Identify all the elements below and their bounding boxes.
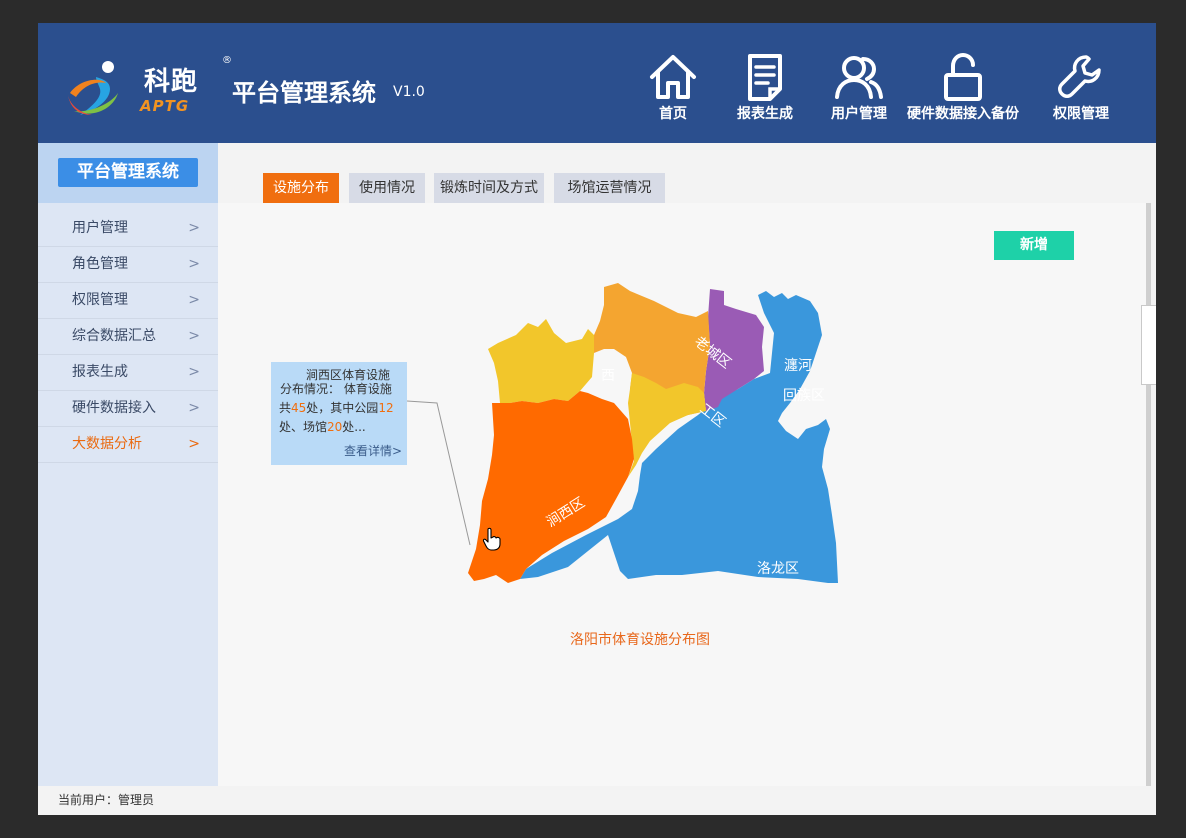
sidebar-item-report-generation[interactable]: 报表生成 >	[38, 355, 218, 391]
status-footer: 当前用户：管理员	[38, 786, 1156, 815]
nav-users[interactable]: 用户管理	[828, 53, 890, 129]
tab-venue-operations[interactable]: 场馆运营情况	[554, 173, 665, 203]
current-user-label: 当前用户：管理员	[58, 793, 155, 807]
nav-report[interactable]: 报表生成	[734, 53, 796, 129]
sidebar-item-label: 用户管理	[72, 220, 128, 236]
tooltip-venue-count: 20	[327, 420, 343, 434]
tab-usage[interactable]: 使用情况	[349, 173, 425, 203]
nav-home[interactable]: 首页	[646, 53, 700, 129]
chevron-right-icon: >	[188, 400, 200, 416]
brand-name-en: APTG	[140, 97, 190, 115]
sidebar: 平台管理系统 用户管理 > 角色管理 > 权限管理 > 综合数据汇总 > 报表生…	[38, 143, 218, 786]
runner-logo-icon	[68, 61, 118, 115]
sidebar-item-big-data-analysis[interactable]: 大数据分析 >	[38, 427, 218, 463]
chevron-right-icon: >	[188, 436, 200, 452]
chevron-right-icon: >	[188, 220, 200, 236]
nav-permissions-label: 权限管理	[1053, 106, 1109, 122]
tooltip-total-count: 45	[291, 401, 307, 415]
sidebar-item-role-management[interactable]: 角色管理 >	[38, 247, 218, 283]
add-button[interactable]: 新增	[994, 231, 1074, 260]
app-window: 科跑 ® APTG 平台管理系统 V1.0 首页 报表生成 用户管理 硬件数据接…	[38, 23, 1156, 815]
map-label-huizu: 回族区	[783, 388, 825, 404]
sidebar-item-hardware-data[interactable]: 硬件数据接入 >	[38, 391, 218, 427]
hand-cursor-icon	[482, 527, 501, 551]
registered-mark: ®	[222, 55, 232, 66]
nav-report-label: 报表生成	[737, 106, 793, 122]
tooltip-park-count: 12	[378, 401, 394, 415]
tooltip-line: 分布情况： 体育设施	[280, 382, 392, 396]
tooltip-line: 处、场馆20处...	[279, 420, 366, 434]
chevron-right-icon: >	[188, 256, 200, 272]
nav-hardware-backup[interactable]: 硬件数据接入备份	[904, 53, 1022, 129]
tooltip-leader-line	[407, 400, 471, 546]
chevron-right-icon: >	[188, 292, 200, 308]
chevron-right-icon: >	[188, 364, 200, 380]
nav-permissions[interactable]: 权限管理	[1050, 53, 1112, 129]
top-header: 科跑 ® APTG 平台管理系统 V1.0 首页 报表生成 用户管理 硬件数据接…	[38, 23, 1156, 143]
sidebar-item-data-summary[interactable]: 综合数据汇总 >	[38, 319, 218, 355]
report-icon	[748, 54, 782, 101]
chevron-right-icon: >	[188, 328, 200, 344]
scrollbar-thumb[interactable]	[1141, 305, 1156, 385]
nav-hardware-backup-label: 硬件数据接入备份	[907, 106, 1019, 122]
sidebar-header: 平台管理系统	[38, 143, 218, 203]
nav-users-label: 用户管理	[831, 106, 887, 122]
users-icon	[835, 56, 883, 99]
brand-name-cn: 科跑	[144, 67, 199, 97]
wrench-icon	[1058, 55, 1101, 98]
map-label-xigong: 西	[601, 368, 615, 384]
unlock-icon	[944, 53, 982, 101]
map-label-chanhe: 瀍河	[784, 357, 812, 374]
sidebar-item-user-management[interactable]: 用户管理 >	[38, 211, 218, 247]
nav-home-label: 首页	[659, 106, 687, 122]
map-caption: 洛阳市体育设施分布图	[570, 632, 710, 648]
map-label-luolong: 洛龙区	[757, 561, 799, 577]
sidebar-item-label: 权限管理	[72, 292, 128, 308]
sidebar-menu: 用户管理 > 角色管理 > 权限管理 > 综合数据汇总 > 报表生成 > 硬件数…	[38, 203, 218, 463]
content-scrollbar[interactable]	[1146, 203, 1151, 786]
view-details-link[interactable]: 查看详情>	[344, 441, 402, 461]
sidebar-title: 平台管理系统	[58, 158, 198, 187]
sidebar-item-label: 综合数据汇总	[72, 328, 156, 344]
district-info-tooltip: 涧西区体育设施 分布情况： 体育设施 共45处，其中公园12 处、场馆20处..…	[271, 362, 407, 465]
map-region-xigong[interactable]	[488, 319, 594, 403]
sidebar-item-label: 硬件数据接入	[72, 400, 156, 416]
sidebar-item-label: 报表生成	[72, 364, 128, 380]
sidebar-item-permission-management[interactable]: 权限管理 >	[38, 283, 218, 319]
home-icon	[650, 55, 696, 99]
sidebar-item-label: 大数据分析	[72, 436, 142, 452]
tab-facility-distribution[interactable]: 设施分布	[263, 173, 339, 203]
brand-logo: 科跑 ® APTG	[66, 53, 232, 123]
tab-exercise-time[interactable]: 锻炼时间及方式	[434, 173, 544, 203]
app-version: V1.0	[393, 84, 425, 100]
tooltip-line: 共45处，其中公园12	[279, 401, 394, 415]
sidebar-item-label: 角色管理	[72, 256, 128, 272]
app-title: 平台管理系统	[232, 79, 376, 107]
